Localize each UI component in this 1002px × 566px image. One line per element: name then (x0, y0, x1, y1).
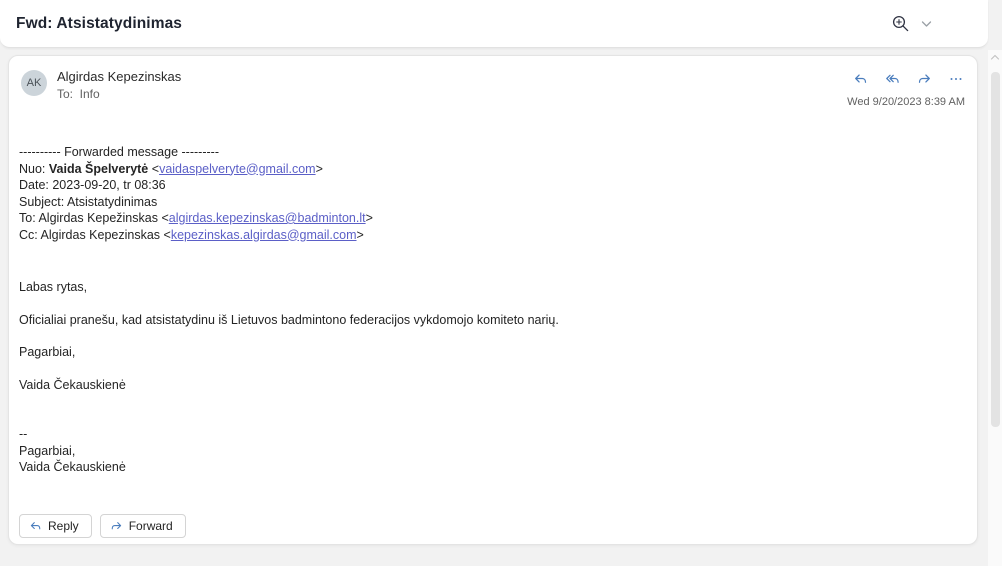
forwarded-divider: ---------- Forwarded message --------- (19, 144, 959, 161)
page-title: Fwd: Atsistatydinimas (16, 15, 182, 33)
sender-block: Algirdas Kepezinskas To: Info (57, 66, 181, 108)
to-email-link[interactable]: algirdas.kepezinskas@badminton.lt (169, 211, 366, 225)
forwarded-from-line: Nuo: Vaida Špelverytė <vaidaspelveryte@g… (19, 161, 959, 178)
body-closing: Pagarbiai, (19, 344, 959, 361)
avatar[interactable]: AK (21, 70, 47, 96)
recipient-line: To: Info (57, 87, 181, 101)
forwarded-subject-line: Subject: Atsistatydinimas (19, 194, 959, 211)
body-greeting: Labas rytas, (19, 279, 959, 296)
footer-actions: Reply Forward (19, 514, 186, 538)
reply-arrow-icon (29, 520, 42, 532)
cc-label: Cc: Algirdas Kepezinskas (19, 228, 164, 242)
message-actions: Wed 9/20/2023 8:39 AM (847, 66, 967, 108)
forward-button-label: Forward (129, 519, 173, 533)
message-body: ---------- Forwarded message --------- N… (9, 108, 977, 476)
scrollbar-track[interactable] (988, 50, 1002, 566)
reply-button-label: Reply (48, 519, 79, 533)
from-email-link[interactable]: vaidaspelveryte@gmail.com (159, 162, 316, 176)
email-message-card: AK Algirdas Kepezinskas To: Info (8, 55, 978, 545)
from-name: Vaida Špelverytė (49, 162, 148, 176)
to-label: To: Algirdas Kepežinskas (19, 211, 161, 225)
subject-bar: Fwd: Atsistatydinimas (0, 0, 988, 48)
chevron-down-icon[interactable] (919, 18, 934, 30)
forward-arrow-icon (110, 520, 123, 532)
from-label: Nuo: (19, 162, 49, 176)
forwarded-date-line: Date: 2023-09-20, tr 08:36 (19, 177, 959, 194)
more-options-icon[interactable] (947, 70, 965, 88)
reply-icon[interactable] (851, 70, 870, 88)
scrollbar-up-icon[interactable] (990, 54, 1000, 61)
forward-icon[interactable] (915, 70, 934, 88)
subject-bar-actions (889, 12, 934, 35)
message-timestamp: Wed 9/20/2023 8:39 AM (847, 96, 965, 108)
angle-open: < (161, 211, 168, 225)
forward-button[interactable]: Forward (100, 514, 186, 538)
angle-close: > (357, 228, 364, 242)
forwarded-to-line: To: Algirdas Kepežinskas <algirdas.kepez… (19, 210, 959, 227)
signature-divider: -- (19, 426, 959, 443)
signature-name: Vaida Čekauskienė (19, 459, 959, 476)
body-paragraph: Oficialiai pranešu, kad atsistatydinu iš… (19, 312, 959, 329)
zoom-in-icon[interactable] (889, 12, 912, 35)
scrollbar-thumb[interactable] (991, 72, 1000, 427)
signature-closing: Pagarbiai, (19, 443, 959, 460)
message-header: AK Algirdas Kepezinskas To: Info (9, 56, 977, 108)
sender-name: Algirdas Kepezinskas (57, 69, 181, 84)
reply-all-icon[interactable] (883, 70, 902, 88)
forwarded-header-block: ---------- Forwarded message --------- N… (19, 144, 959, 243)
angle-close: > (366, 211, 373, 225)
forwarded-cc-line: Cc: Algirdas Kepezinskas <kepezinskas.al… (19, 227, 959, 244)
angle-open: < (164, 228, 171, 242)
angle-close: > (316, 162, 323, 176)
angle-open: < (152, 162, 159, 176)
cc-email-link[interactable]: kepezinskas.algirdas@gmail.com (171, 228, 357, 242)
body-closing-name: Vaida Čekauskienė (19, 377, 959, 394)
signature-block: -- Pagarbiai, Vaida Čekauskienė (19, 426, 959, 476)
reply-button[interactable]: Reply (19, 514, 92, 538)
